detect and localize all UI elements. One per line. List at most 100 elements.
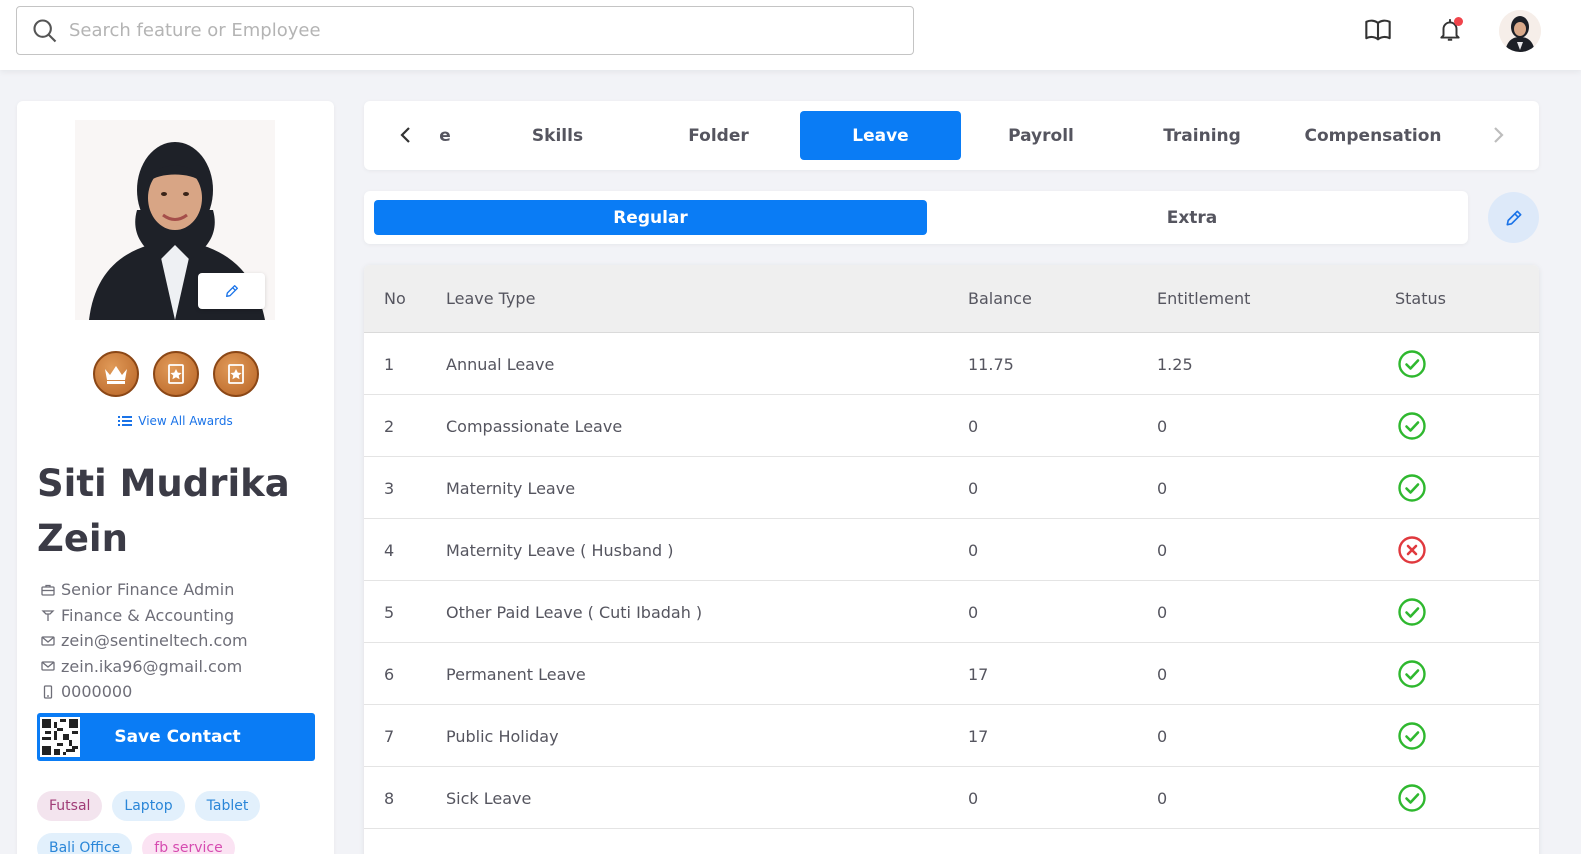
cell-leave-type: Permanent Leave [446,665,586,684]
crown-award-icon[interactable] [93,351,139,397]
mail-icon [41,636,55,646]
tab-partial[interactable]: e [430,111,460,160]
star-award-icon[interactable] [213,351,259,397]
phone-number: 0000000 [61,682,133,702]
subtab-extra[interactable]: Extra [927,200,1457,235]
tags: Futsal Laptop Tablet Bali Office fb serv… [37,791,327,854]
edit-photo-button[interactable] [198,273,265,309]
book-icon[interactable] [1362,14,1394,46]
cell-leave-type: Compassionate Leave [446,417,623,436]
personal-email-row: zein.ika96@gmail.com [41,654,248,680]
chevron-right-icon [1494,127,1504,143]
phone-icon [43,685,53,699]
table-row[interactable]: 4 Maternity Leave ( Husband ) 0 0 [364,519,1539,581]
cell-entitlement: 0 [1157,603,1168,622]
table-row[interactable]: 2 Compassionate Leave 0 0 [364,395,1539,457]
subtab-regular[interactable]: Regular [374,200,927,235]
employee-name: Siti Mudrika Zein [37,462,290,560]
briefcase-icon [41,584,55,596]
status-check-icon [1397,783,1427,813]
notification-dot [1454,17,1463,26]
table-row[interactable]: 7 Public Holiday 17 0 [364,705,1539,767]
tag-tablet[interactable]: Tablet [194,791,261,821]
table-row[interactable]: 6 Permanent Leave 17 0 [364,643,1539,705]
department: Finance & Accounting [61,605,235,625]
cell-balance: 0 [968,541,979,560]
chevron-left-icon [400,127,410,143]
cell-no: 6 [384,665,395,684]
bell-icon[interactable] [1434,14,1466,46]
profile-card: View All Awards Siti Mudrika Zein Senior… [17,101,334,854]
search-input[interactable] [69,20,869,41]
save-contact-button[interactable]: Save Contact [37,713,315,761]
status-check-icon [1397,349,1427,379]
cell-entitlement: 0 [1157,541,1168,560]
status-cross-icon [1397,535,1427,565]
table-row[interactable]: 1 Annual Leave 11.75 1.25 [364,333,1539,395]
search-icon [33,18,57,42]
tab-compensation[interactable]: Compensation [1300,111,1446,160]
star-award-icon[interactable] [153,351,199,397]
cell-balance: 0 [968,479,979,498]
cell-balance: 0 [968,417,979,436]
edit-leave-button[interactable] [1488,192,1539,243]
view-all-awards-link[interactable]: View All Awards [17,414,334,428]
cell-entitlement: 0 [1157,727,1168,746]
status-check-icon [1397,659,1427,689]
personal-email: zein.ika96@gmail.com [61,656,243,676]
phone-row: 0000000 [41,679,248,705]
cell-balance: 0 [968,789,979,808]
header-no: No [384,289,406,308]
tag-fb-service[interactable]: fb service [142,833,235,854]
section-tabs: e Skills Folder Leave Payroll Training C… [364,101,1539,170]
header-entitlement: Entitlement [1157,289,1251,308]
cell-leave-type: Other Paid Leave ( Cuti Ibadah ) [446,603,703,622]
header-status: Status [1395,289,1446,308]
table-header: No Leave Type Balance Entitlement Status [364,265,1539,333]
cell-balance: 11.75 [968,355,1014,374]
tabs-next-button[interactable] [1486,123,1510,147]
cell-balance: 17 [968,727,989,746]
work-email-row: zein@sentineltech.com [41,628,248,654]
top-bar [0,0,1581,70]
cell-no: 7 [384,727,395,746]
table-row[interactable]: 5 Other Paid Leave ( Cuti Ibadah ) 0 0 [364,581,1539,643]
tab-payroll[interactable]: Payroll [980,111,1102,160]
view-all-awards-label: View All Awards [138,414,233,428]
leave-subtabs: Regular Extra [364,191,1468,244]
search-box[interactable] [16,6,914,55]
job-title-row: Senior Finance Admin [41,577,248,603]
awards-row [93,351,259,397]
tag-bali-office[interactable]: Bali Office [37,833,133,854]
tab-leave[interactable]: Leave [800,111,961,160]
leave-table: No Leave Type Balance Entitlement Status… [364,265,1539,854]
cell-no: 5 [384,603,395,622]
cell-entitlement: 0 [1157,665,1168,684]
mail-icon [41,661,55,671]
tabs-prev-button[interactable] [394,123,418,147]
table-row[interactable]: 8 Sick Leave 0 0 [364,767,1539,829]
cell-no: 4 [384,541,395,560]
tab-training[interactable]: Training [1141,111,1263,160]
cell-entitlement: 0 [1157,417,1168,436]
cell-leave-type: Maternity Leave [446,479,576,498]
cell-leave-type: Sick Leave [446,789,532,808]
cell-entitlement: 0 [1157,789,1168,808]
pencil-icon [1506,210,1521,225]
work-email: zein@sentineltech.com [61,631,248,651]
tab-folder[interactable]: Folder [657,111,780,160]
status-check-icon [1397,411,1427,441]
table-row[interactable]: 3 Maternity Leave 0 0 [364,457,1539,519]
cell-no: 8 [384,789,395,808]
status-check-icon [1397,721,1427,751]
cell-balance: 0 [968,603,979,622]
job-title: Senior Finance Admin [61,580,235,600]
cell-no: 2 [384,417,395,436]
user-avatar[interactable] [1499,10,1541,52]
qr-code-icon [40,717,80,757]
tab-skills[interactable]: Skills [496,111,619,160]
tag-futsal[interactable]: Futsal [37,791,103,821]
tag-laptop[interactable]: Laptop [112,791,185,821]
pencil-icon [225,285,238,297]
department-icon [41,610,55,622]
